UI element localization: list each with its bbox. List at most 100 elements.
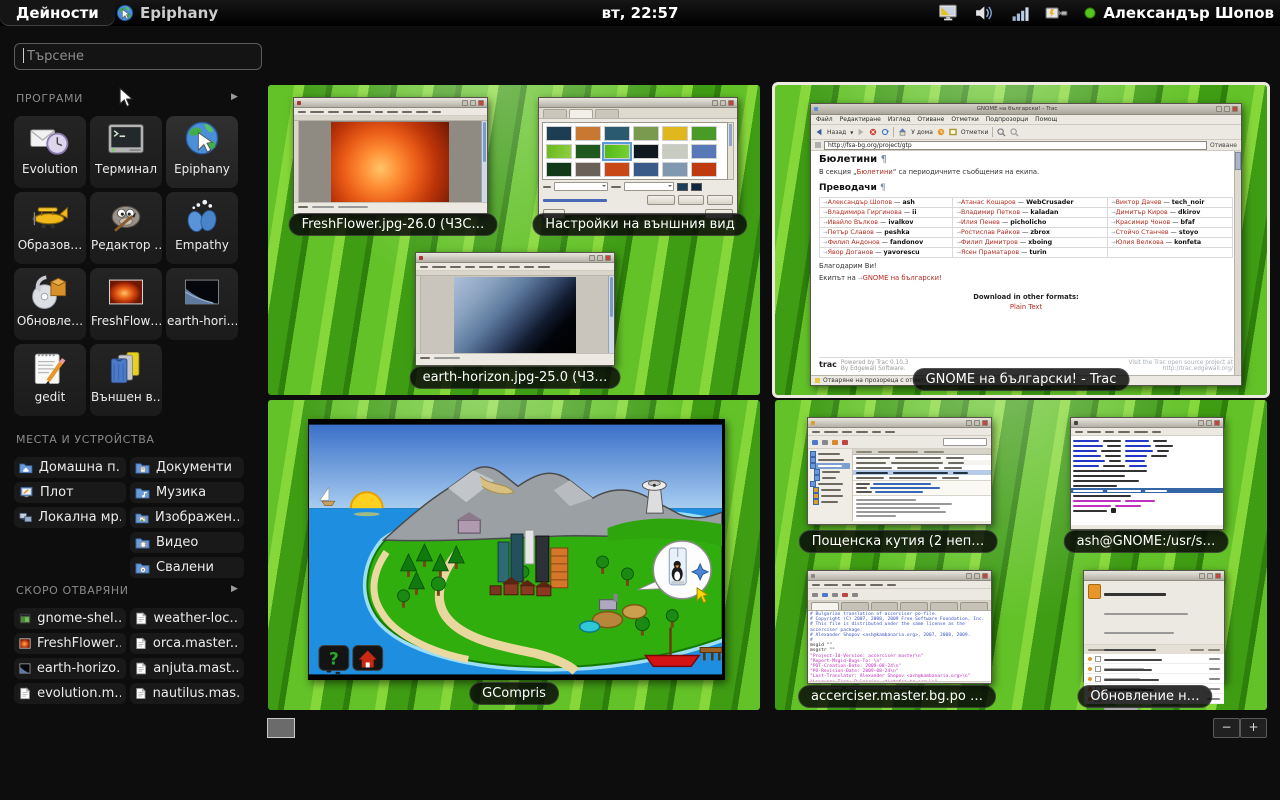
recent-column-left: gnome-shel… FreshFlower… earth-horizo… e…	[14, 608, 126, 704]
recent-item-freshflower[interactable]: FreshFlower…	[14, 633, 126, 654]
programs-expand-icon[interactable]: ▶	[231, 92, 238, 102]
gedit-icon	[28, 346, 72, 390]
app-tile-terminal[interactable]: Терминал	[90, 116, 162, 188]
window-gimp-freshflower[interactable]	[293, 97, 488, 215]
app-tile-appearance[interactable]: Външен в…	[90, 344, 162, 416]
window-caption: GCompris	[469, 682, 559, 705]
window-gimp-earth[interactable]	[415, 252, 615, 366]
place-item-home[interactable]: Домашна п…	[14, 457, 126, 478]
window-caption: accerciser.master.bg.po …	[798, 685, 996, 708]
activities-button[interactable]: Дейности	[0, 0, 115, 26]
network-signal-icon[interactable]	[1012, 4, 1030, 22]
pictures-folder-icon	[135, 511, 149, 524]
videos-folder-icon	[135, 536, 150, 549]
trac-page-content: Бюлетини ¶ В секция „Бюлетини“ са период…	[811, 151, 1241, 375]
workspace-4[interactable]: # Bulgarian translation of accerciser po…	[775, 400, 1267, 710]
site-favicon	[815, 142, 821, 148]
app-tile-earth-horizon[interactable]: earth-hori…	[166, 268, 238, 340]
app-menu-label: Epiphany	[140, 4, 218, 22]
app-tile-evolution[interactable]: Evolution	[14, 116, 86, 188]
wallpaper-grid	[542, 122, 728, 180]
place-item-videos[interactable]: Видео	[130, 532, 244, 553]
app-tile-label: Epiphany	[174, 162, 230, 176]
title-bar	[1084, 571, 1224, 581]
window-software-updates[interactable]	[1083, 570, 1225, 682]
window-epiphany-trac[interactable]: GNOME на български! - Trac ФайлРедактира…	[810, 103, 1242, 386]
tab-strip	[808, 601, 991, 611]
flower-image	[331, 122, 449, 202]
window-title: GNOME на български! - Trac	[820, 106, 1214, 112]
app-tile-label: Редактор …	[91, 238, 161, 252]
flower-thumbnail-icon	[19, 637, 31, 650]
place-item-music[interactable]: Музика	[130, 482, 244, 503]
trac-team-line: Екипът на →GNOME на български!	[819, 274, 1233, 282]
table-row: →Явор Доганов — yavorescu →Ясен Праматар…	[820, 248, 1233, 258]
browser-menu-bar: ФайлРедактиранеИзглед ОтиванеОтметкиПодп…	[811, 115, 1241, 125]
gcompris-help-button[interactable]: ?	[329, 648, 339, 668]
title-bar	[539, 98, 737, 108]
app-tile-gedit[interactable]: gedit	[14, 344, 86, 416]
window-terminal[interactable]	[1070, 417, 1224, 530]
workspace-add-placeholder[interactable]	[267, 718, 295, 738]
recent-item-earth-horizon[interactable]: earth-horizo…	[14, 658, 126, 679]
place-item-desktop[interactable]: Плот	[14, 482, 126, 503]
evolution-icon	[28, 118, 72, 162]
clock[interactable]: вт, 22:57	[602, 0, 679, 26]
gcompris-scene: ?	[309, 424, 722, 675]
freshflower-thumbnail	[104, 270, 148, 314]
place-item-local-network[interactable]: Локална мр…	[14, 507, 126, 528]
app-tile-freshflower[interactable]: FreshFlow…	[90, 268, 162, 340]
back-icon	[815, 128, 823, 136]
app-tile-gimp[interactable]: Редактор …	[90, 192, 162, 264]
folder-tree	[808, 449, 853, 521]
window-caption: Пощенска кутия (2 неп…	[799, 530, 998, 553]
gimp-canvas	[299, 121, 481, 202]
recent-item-orca-po[interactable]: orca.master.…	[130, 633, 244, 654]
app-tile-gcompris[interactable]: Образов…	[14, 192, 86, 264]
window-appearance-prefs[interactable]	[538, 97, 738, 216]
place-item-pictures[interactable]: Изображен…	[130, 507, 244, 528]
battery-icon[interactable]	[1045, 4, 1069, 22]
home-folder-icon	[19, 461, 33, 474]
workspace-2[interactable]: GNOME на български! - Trac ФайлРедактира…	[775, 85, 1267, 395]
app-grid: Evolution Терминал Epiphany	[14, 116, 238, 416]
window-evolution-inbox[interactable]	[807, 417, 992, 525]
volume-icon[interactable]	[975, 4, 997, 22]
app-tile-software-update[interactable]: Обновле…	[14, 268, 86, 340]
workspace-1[interactable]: FreshFlower.jpg-26.0 (ЧЗС… Настройки на …	[268, 85, 760, 395]
add-workspace-button[interactable]: +	[1240, 718, 1267, 738]
software-update-icon	[28, 270, 72, 314]
gimp-icon	[104, 194, 148, 238]
recent-item-anjuta-po[interactable]: anjuta.mast…	[130, 658, 244, 679]
app-menu[interactable]: Epiphany	[116, 0, 218, 26]
remove-workspace-button[interactable]: −	[1213, 718, 1240, 738]
place-label: Музика	[156, 485, 206, 500]
window-gcompris[interactable]: ?	[308, 419, 725, 680]
trac-paragraph: В секция „Бюлетини“ са периодичните съоб…	[819, 168, 1233, 176]
scrollbar	[1234, 151, 1241, 375]
recent-label: FreshFlower…	[37, 636, 121, 651]
place-item-documents[interactable]: Документи	[130, 457, 244, 478]
recent-item-nautilus-po[interactable]: nautilus.mas…	[130, 683, 244, 704]
recent-item-gnome-shell[interactable]: gnome-shel…	[14, 608, 126, 629]
status-icon	[815, 378, 820, 383]
recent-item-evolution-po[interactable]: evolution.m…	[14, 683, 126, 704]
place-item-downloads[interactable]: Свалени	[130, 557, 244, 578]
user-menu[interactable]: Александър Шопов	[1084, 4, 1274, 22]
workspace-3[interactable]: ? GCompris	[268, 400, 760, 710]
app-tile-empathy[interactable]: Empathy	[166, 192, 238, 264]
title-bar: GNOME на български! - Trac	[811, 104, 1241, 115]
title-bar	[416, 253, 614, 263]
text-document-icon	[135, 687, 147, 700]
trac-logo: trac	[819, 360, 837, 369]
place-label: Документи	[156, 460, 232, 475]
window-gedit-accerciser-po[interactable]: # Bulgarian translation of accerciser po…	[807, 570, 992, 684]
window-caption: Настройки на външния вид	[532, 213, 747, 236]
status-area: Александър Шопов	[938, 0, 1274, 26]
zoom-in-icon	[997, 128, 1006, 137]
search-input[interactable]	[14, 43, 262, 70]
app-tile-epiphany[interactable]: Epiphany	[166, 116, 238, 188]
display-settings-icon[interactable]	[938, 4, 960, 22]
recent-item-weather-locations[interactable]: weather-loc…	[130, 608, 244, 629]
recent-expand-icon[interactable]: ▶	[231, 584, 238, 594]
